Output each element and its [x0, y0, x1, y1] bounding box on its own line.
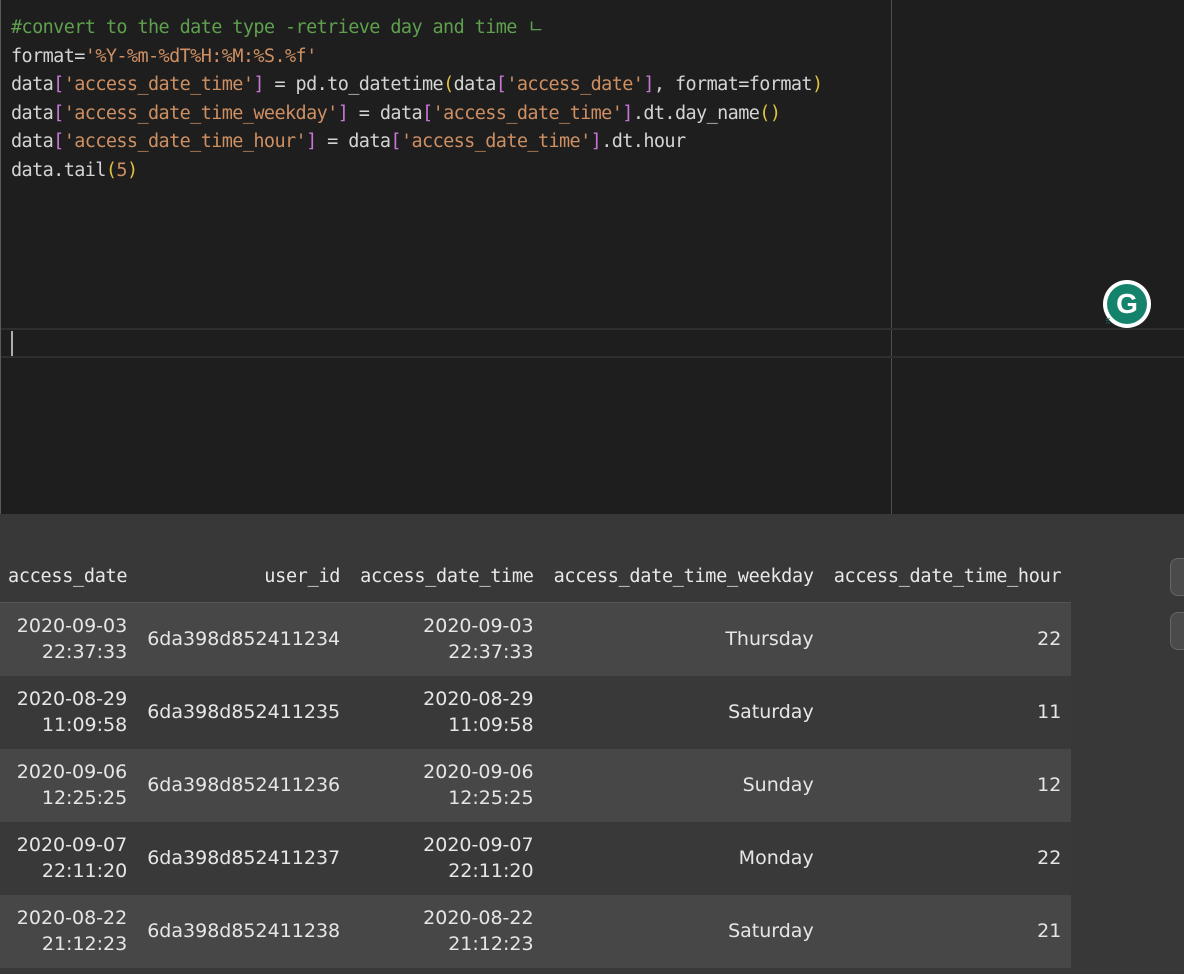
- access-date-time-cell: 2020-09-07 22:11:20: [423, 834, 534, 882]
- ruler-line: [891, 0, 892, 514]
- table-row: 2020-09-06 12:25:25 6da398d852411236 2020…: [0, 748, 1072, 822]
- convert-to-table-icon[interactable]: [1170, 558, 1184, 596]
- table-row: 2020-08-22 21:12:23 6da398d852411238 2020…: [0, 894, 1072, 968]
- table-row: 2020-09-07 22:11:20 6da398d852411237 2020…: [0, 821, 1072, 895]
- column-header: access_date: [0, 550, 138, 603]
- access-date-cell: 2020-09-06 12:25:25: [16, 761, 128, 809]
- weekday-cell: Saturday: [728, 920, 814, 942]
- user-id-cell: 6da398d852411234: [147, 628, 341, 651]
- weekday-cell: Monday: [738, 847, 814, 869]
- access-date-time-cell: 2020-09-06 12:25:25: [423, 761, 534, 809]
- access-date-cell: 2020-08-22 21:12:23: [16, 907, 128, 955]
- user-id-cell: 6da398d852411238: [147, 920, 341, 942]
- hour-cell: 21: [1037, 920, 1062, 942]
- column-header: access_date_time: [350, 550, 544, 603]
- text-cursor: [11, 331, 13, 356]
- column-header: access_date_time_weekday: [543, 550, 824, 603]
- grammarly-button[interactable]: G ⠿: [1103, 280, 1151, 328]
- user-id-cell: 6da398d852411237: [147, 847, 341, 869]
- weekday-cell: Sunday: [742, 774, 814, 796]
- access-date-time-cell: 2020-08-22 21:12:23: [423, 907, 534, 955]
- hour-cell: 12: [1037, 774, 1062, 796]
- access-date-cell: 2020-09-03 22:37:33: [16, 615, 128, 664]
- table-header-row: access_date user_id access_date_time acc…: [0, 550, 1072, 603]
- code-block[interactable]: #convert to the date type -retrieve day …: [11, 14, 823, 186]
- access-date-cell: 2020-08-29 11:09:58: [16, 688, 128, 736]
- table-row: 2020-08-29 11:09:58 6da398d852411235 2020…: [0, 675, 1072, 749]
- grammarly-icon: G: [1107, 284, 1147, 324]
- column-header: access_date_time_hour: [823, 550, 1072, 603]
- access-date-time-cell: 2020-09-03 22:37:33: [423, 615, 534, 664]
- code-line-1: #convert to the date type -retrieve day …: [11, 17, 544, 38]
- hour-cell: 22: [1037, 628, 1062, 651]
- code-line-5: data['access_date_time_hour'] = data['ac…: [11, 131, 686, 153]
- dataframe-table: access_date user_id access_date_time acc…: [0, 550, 1072, 968]
- access-date-time-cell: 2020-08-29 11:09:58: [423, 688, 534, 736]
- access-date-cell: 2020-09-07 22:11:20: [16, 834, 128, 882]
- grammarly-dots-icon: ⠿: [1105, 317, 1111, 326]
- code-editor[interactable]: #convert to the date type -retrieve day …: [0, 0, 1184, 514]
- table-row: 2020-09-03 22:37:33 6da398d852411234 2020…: [0, 602, 1072, 676]
- hour-cell: 11: [1037, 701, 1062, 723]
- code-line-3: data['access_date_time'] = pd.to_datetim…: [11, 74, 823, 96]
- weekday-cell: Thursday: [725, 628, 814, 651]
- current-line-highlight: [1, 328, 1184, 358]
- code-line-2: format='%Y-%m-%dT%H:%M:%S.%f': [11, 45, 317, 67]
- code-line-4: data['access_date_time_weekday'] = data[…: [11, 102, 781, 124]
- hour-cell: 22: [1037, 847, 1062, 869]
- user-id-cell: 6da398d852411236: [147, 774, 341, 796]
- code-line-6: data.tail(5): [11, 159, 138, 181]
- column-header: user_id: [137, 550, 351, 603]
- weekday-cell: Saturday: [728, 701, 814, 723]
- copy-output-icon[interactable]: [1170, 612, 1184, 650]
- user-id-cell: 6da398d852411235: [147, 701, 341, 723]
- cell-output: access_date user_id access_date_time acc…: [0, 514, 1184, 974]
